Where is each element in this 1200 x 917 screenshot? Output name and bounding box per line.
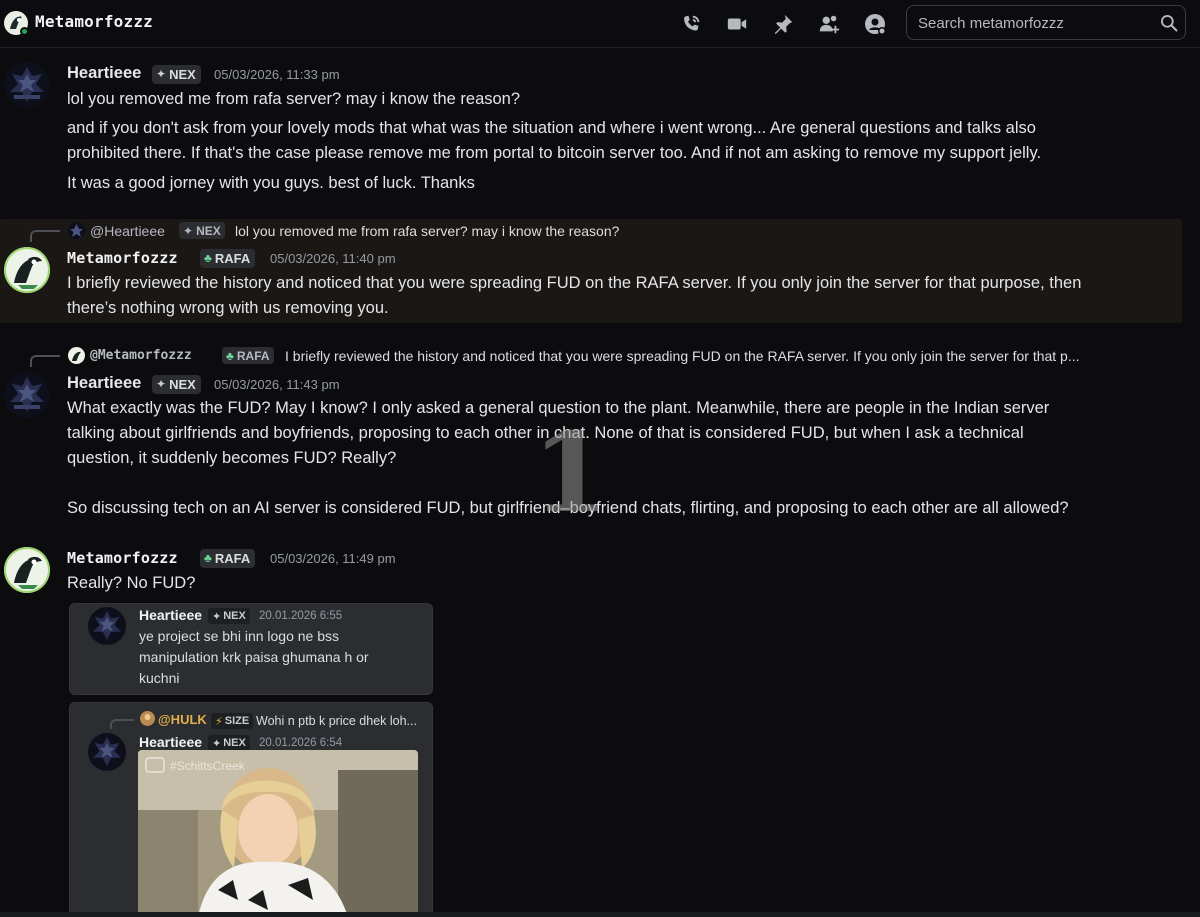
avatar[interactable] [4, 547, 50, 593]
profile-icon[interactable] [862, 11, 888, 37]
avatar[interactable] [4, 62, 50, 108]
gif-label: #SchittsCreek [170, 759, 246, 773]
rafa-tag-icon: ♣ [204, 551, 212, 565]
dm-title: Metamorfozzz [35, 12, 153, 31]
author-name[interactable]: Metamorfozzz [67, 249, 178, 267]
server-tag: ✦ NEX [208, 735, 250, 751]
embed-text: ye project se bhi inn logo ne bss manipu… [139, 628, 369, 686]
reply-author[interactable]: @Heartieee [90, 223, 165, 239]
tag-label: SIZE [224, 715, 250, 727]
reply-server-tag: ♣ RAFA [222, 347, 274, 364]
nex-tag-icon: ✦ [212, 610, 222, 623]
channel-header: Metamorfozzz Search metamorfozzz [0, 0, 1200, 48]
tag-label: NEX [169, 67, 196, 82]
avatar[interactable] [4, 247, 50, 293]
tag-label: NEX [169, 377, 196, 392]
timestamp: 05/03/2026, 11:49 pm [270, 551, 396, 566]
reply-avatar [68, 347, 85, 364]
server-tag[interactable]: ✦ NEX [152, 65, 201, 84]
search-placeholder: Search metamorfozzz [918, 15, 1064, 32]
gif-attachment[interactable]: #SchittsCreek [138, 750, 418, 917]
reply-avatar [140, 711, 155, 726]
rafa-tag-icon: ♣ [226, 348, 234, 363]
online-status-icon [20, 27, 29, 36]
tag-label: RAFA [214, 551, 251, 566]
avatar[interactable] [88, 607, 126, 645]
reply-connector [30, 230, 60, 242]
rafa-tag-icon: ♣ [204, 251, 212, 265]
reply-author[interactable]: @HULK [158, 712, 207, 727]
tag-label: RAFA [236, 348, 270, 363]
tag-label: NEX [223, 610, 246, 622]
server-tag[interactable]: ✦ NEX [152, 375, 201, 394]
reply-preview[interactable]: I briefly reviewed the history and notic… [285, 348, 1155, 364]
reply-author[interactable]: @Metamorfozzz [90, 348, 192, 363]
dm-window: Metamorfozzz Search metamorfozzz Heartie… [0, 0, 1200, 917]
server-tag[interactable]: ♣ RAFA [200, 549, 256, 568]
search-icon[interactable] [1159, 13, 1179, 33]
message-text: Really? No FUD? [67, 574, 196, 592]
nex-tag-icon: ✦ [156, 67, 167, 81]
server-tag[interactable]: ♣ RAFA [200, 249, 256, 268]
reply-connector [110, 719, 134, 729]
reply-preview[interactable]: lol you removed me from rafa server? may… [235, 223, 835, 239]
timestamp: 05/03/2026, 11:33 pm [214, 67, 340, 82]
timestamp: 20.01.2026 6:54 [259, 737, 343, 749]
nex-tag-icon: ✦ [212, 737, 222, 750]
message-text: lol you removed me from rafa server? may… [67, 90, 521, 108]
timestamp: 05/03/2026, 11:43 pm [214, 377, 340, 392]
avatar[interactable] [88, 733, 126, 771]
author-name[interactable]: Metamorfozzz [67, 549, 178, 567]
reply-server-tag: ⚡ SIZE [211, 713, 254, 729]
tag-label: NEX [223, 737, 246, 749]
video-icon[interactable] [724, 11, 750, 37]
tag-label: RAFA [214, 251, 251, 266]
forwarded-message-embed[interactable]: Heartieee ✦ NEX 20.01.2026 6:55 ye projec… [69, 603, 433, 695]
lightning-icon: ⚡ [215, 715, 223, 728]
timestamp: 20.01.2026 6:55 [259, 610, 343, 622]
reply-avatar [68, 222, 85, 239]
search-input[interactable]: Search metamorfozzz [906, 5, 1186, 40]
phone-icon[interactable] [678, 11, 704, 37]
composer-edge [0, 912, 1200, 917]
server-tag: ✦ NEX [208, 608, 250, 624]
nex-tag-icon: ✦ [156, 377, 167, 391]
tag-label: NEX [196, 223, 221, 238]
add-friend-icon[interactable] [816, 11, 842, 37]
avatar[interactable] [4, 372, 50, 418]
watermark-number: 1 [532, 408, 609, 537]
message-text: I briefly reviewed the history and notic… [67, 274, 1082, 317]
timestamp: 05/03/2026, 11:40 pm [270, 251, 396, 266]
author-name[interactable]: Heartieee [139, 607, 202, 623]
message-text: and if you don't ask from your lovely mo… [67, 119, 1042, 162]
reply-connector [30, 355, 60, 367]
pin-icon[interactable] [770, 11, 796, 37]
author-name[interactable]: Heartieee [139, 734, 202, 750]
reply-server-tag: ✦ NEX [179, 222, 225, 239]
author-name[interactable]: Heartieee [67, 374, 141, 393]
reply-preview[interactable]: Wohi n ptb k price dhek loh... [256, 711, 417, 732]
message-text: It was a good jorney with you guys. best… [67, 174, 475, 192]
nex-tag-icon: ✦ [183, 223, 194, 238]
author-name[interactable]: Heartieee [67, 64, 141, 83]
